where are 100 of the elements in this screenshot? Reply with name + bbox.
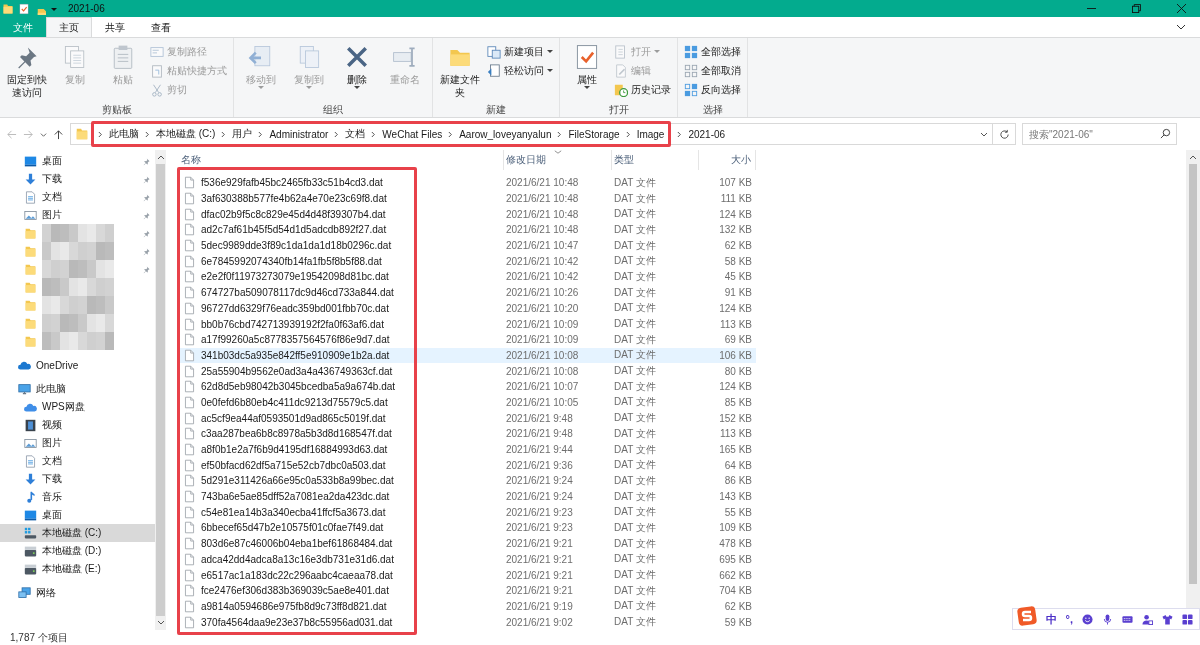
file-row[interactable]: ac5cf9ea44af0593501d9ad865c5019f.dat 2021/6/21 9:48 DAT 文件 152 KB bbox=[179, 410, 756, 426]
nav-item[interactable]: 音乐 bbox=[0, 488, 155, 506]
file-row[interactable]: bb0b76cbd742713939192f2fa0f63af6.dat 2021/6/21 10:09 DAT 文件 113 KB bbox=[179, 316, 756, 332]
ribbon-button[interactable]: 全部选择 bbox=[682, 43, 743, 60]
pin-icon[interactable] bbox=[142, 157, 151, 166]
column-header[interactable]: 名称 bbox=[179, 150, 504, 170]
column-header[interactable]: 修改日期 bbox=[504, 150, 612, 170]
nav-item[interactable]: 本地磁盘 (D:) bbox=[0, 542, 155, 560]
file-row[interactable]: 743ba6e5ae85dff52a7081ea2da423dc.dat 2021/6/21 9:24 DAT 文件 143 KB bbox=[179, 488, 756, 505]
shirt-icon[interactable] bbox=[1162, 613, 1173, 625]
nav-item[interactable]: 此电脑 bbox=[36, 382, 66, 396]
nav-item[interactable]: 图片 bbox=[0, 434, 155, 452]
pin-icon[interactable] bbox=[142, 229, 151, 238]
ribbon-button[interactable]: 全部取消 bbox=[682, 62, 743, 79]
nav-item[interactable]: 本地磁盘 (E:) bbox=[0, 560, 155, 578]
file-row[interactable]: 5d291e311426a66e95c0a533b8a99bec.dat 2021/6/21 9:24 DAT 文件 86 KB bbox=[179, 473, 756, 489]
nav-item[interactable]: 桌面 bbox=[0, 506, 155, 524]
file-row[interactable]: 341b03dc5a935e842ff5e910909e1b2a.dat 2021/6/21 10:08 DAT 文件 106 KB bbox=[179, 347, 756, 364]
grid-icon[interactable] bbox=[1182, 613, 1193, 625]
pin-icon[interactable] bbox=[142, 193, 151, 202]
file-row[interactable]: 62d8d5eb98042b3045bcedba5a9a674b.dat 2021/6/21 10:07 DAT 文件 124 KB bbox=[179, 378, 756, 395]
up-arrow-icon[interactable] bbox=[53, 128, 64, 140]
breadcrumb[interactable]: FileStorage bbox=[568, 128, 620, 140]
file-row[interactable]: 0e0fefd6b80eb4c411dc9213d75579c5.dat 2021/6/21 10:05 DAT 文件 85 KB bbox=[179, 394, 756, 411]
ime-button[interactable]: °, bbox=[1065, 613, 1073, 625]
nav-item[interactable]: OneDrive bbox=[36, 359, 79, 371]
file-row[interactable]: f536e929fafb45bc2465fb33c51b4cd3.dat 2021/6/21 10:48 DAT 文件 107 KB bbox=[179, 175, 756, 191]
nav-item[interactable]: 图片 bbox=[42, 208, 62, 222]
nav-item[interactable]: 下载 bbox=[0, 470, 155, 488]
ribbon-button[interactable]: 删除 bbox=[334, 41, 380, 103]
ribbon-tab[interactable]: 主页 bbox=[46, 17, 92, 37]
file-row[interactable]: adca42dd4adca8a13c16e3db731e31d6.dat 2021/6/21 9:21 DAT 文件 695 KB bbox=[179, 551, 756, 568]
chevron-icon[interactable] bbox=[1176, 22, 1186, 32]
scrollbar[interactable] bbox=[155, 150, 166, 630]
nav-item[interactable]: 文档 bbox=[42, 190, 62, 204]
close-icon[interactable] bbox=[1177, 4, 1186, 13]
pin-icon[interactable] bbox=[142, 211, 151, 220]
file-row[interactable]: a17f99260a5c8778357564576f86e9d7.dat 2021/6/21 10:09 DAT 文件 69 KB bbox=[179, 331, 756, 348]
file-row[interactable]: a9814a0594686e975fb8d9c73ff8d821.dat 2021/6/21 9:19 DAT 文件 62 KB bbox=[179, 598, 756, 615]
file-row[interactable]: 5dec9989dde3f89c1da1da1d18b0296c.dat 2021/6/21 10:47 DAT 文件 62 KB bbox=[179, 237, 756, 254]
file-row[interactable]: a8f0b1e2a7f6b9d4195df16884993d63.dat 2021/6/21 9:44 DAT 文件 165 KB bbox=[179, 441, 756, 458]
ribbon-button[interactable]: 历史记录 bbox=[612, 81, 673, 98]
address-bar[interactable]: 此电脑 本地磁盘 (C:) 用户 Administrator 文档 WeChat Files Aarow_loveyanyalun FileStorage Image 2021-06 bbox=[70, 123, 993, 145]
logo-icon[interactable] bbox=[1016, 606, 1037, 626]
file-row[interactable]: c3aa287bea6b8c8978a5b3d8d168547f.dat 2021/6/21 9:48 DAT 文件 113 KB bbox=[179, 426, 756, 442]
nav-item[interactable]: 视频 bbox=[0, 416, 155, 434]
scrollbar[interactable] bbox=[1186, 150, 1200, 608]
ribbon-button[interactable]: 新建项目 bbox=[485, 43, 555, 60]
file-row[interactable]: ad2c7af61b45f5d54d1d5adcdb892f27.dat 2021/6/21 10:48 DAT 文件 132 KB bbox=[179, 222, 756, 238]
ribbon-button[interactable]: 轻松访问 bbox=[485, 62, 555, 79]
breadcrumb[interactable]: 文档 bbox=[345, 127, 366, 141]
file-row[interactable]: e2e2f0f11973273079e19542098d81bc.dat 2021/6/21 10:42 DAT 文件 45 KB bbox=[179, 269, 756, 285]
file-row[interactable]: 96727dd6329f76eadc359bd001fbb70c.dat 2021/6/21 10:20 DAT 文件 124 KB bbox=[179, 300, 756, 317]
column-header[interactable]: 类型 bbox=[612, 150, 699, 170]
scroll-up-icon[interactable] bbox=[1189, 154, 1197, 160]
user-icon[interactable] bbox=[1142, 613, 1153, 625]
file-row[interactable]: c54e81ea14b3a340ecba41ffcf5a3673.dat 2021/6/21 9:23 DAT 文件 55 KB bbox=[179, 504, 756, 521]
scroll-down-icon[interactable] bbox=[156, 620, 165, 626]
ribbon-button[interactable]: 新建文件夹 bbox=[437, 41, 483, 103]
file-row[interactable]: ef50bfacd62df5a715e52cb7dbc0a503.dat 2021/6/21 9:36 DAT 文件 64 KB bbox=[179, 457, 756, 474]
file-row[interactable]: 6e7845992074340fb14fa1fb5f8b5f88.dat 2021/6/21 10:42 DAT 文件 58 KB bbox=[179, 253, 756, 270]
ime-button[interactable]: 中 bbox=[1045, 611, 1057, 627]
nav-item[interactable]: 下载 bbox=[42, 172, 62, 186]
nav-item[interactable]: WPS网盘 bbox=[0, 398, 155, 416]
nav-item[interactable]: 文档 bbox=[0, 452, 155, 470]
breadcrumb[interactable]: Image bbox=[636, 128, 665, 140]
file-row[interactable]: 370fa4564daa9e23e37b8c55956ad031.dat 2021/6/21 9:02 DAT 文件 59 KB bbox=[179, 614, 756, 630]
microphone-icon[interactable] bbox=[1102, 613, 1113, 625]
nav-item[interactable]: 桌面 bbox=[42, 154, 62, 168]
refresh-button[interactable] bbox=[992, 123, 1016, 145]
breadcrumb[interactable]: 2021-06 bbox=[688, 128, 726, 140]
ribbon-button[interactable]: 反向选择 bbox=[682, 81, 743, 98]
breadcrumb[interactable]: WeChat Files bbox=[382, 128, 443, 140]
chevron-icon[interactable] bbox=[980, 130, 988, 138]
breadcrumb[interactable]: Administrator bbox=[269, 128, 329, 140]
breadcrumb[interactable]: 此电脑 bbox=[109, 127, 139, 141]
nav-item[interactable]: 网络 bbox=[36, 586, 56, 600]
nav-item[interactable]: 本地磁盘 (C:) bbox=[0, 524, 155, 542]
file-row[interactable]: 674727ba509078117dc9d46cd733a844.dat 2021/6/21 10:26 DAT 文件 91 KB bbox=[179, 284, 756, 301]
file-row[interactable]: 6bbecef65d47b2e10575f01c0fae7f49.dat 2021/6/21 9:23 DAT 文件 109 KB bbox=[179, 520, 756, 536]
file-row[interactable]: 3af630388b577fe4b62a4e70e23c69f8.dat 2021/6/21 10:48 DAT 文件 111 KB bbox=[179, 190, 756, 207]
file-row[interactable]: e6517ac1a183dc22c296aabc4caeaa78.dat 2021/6/21 9:21 DAT 文件 662 KB bbox=[179, 567, 756, 583]
restore-icon[interactable] bbox=[1132, 4, 1141, 13]
scroll-up-icon[interactable] bbox=[156, 154, 165, 160]
breadcrumb[interactable]: Aarow_loveyanyalun bbox=[459, 128, 552, 140]
search-field[interactable]: 搜索"2021-06" bbox=[1022, 123, 1177, 145]
ribbon-button[interactable]: 固定到快速访问 bbox=[4, 41, 50, 103]
smiley-icon[interactable] bbox=[1082, 613, 1093, 625]
pin-icon[interactable] bbox=[142, 175, 151, 184]
column-header[interactable]: 大小 bbox=[699, 150, 756, 170]
file-row[interactable]: 803d6e87c46006b04eba1bef61868484.dat 2021/6/21 9:21 DAT 文件 478 KB bbox=[179, 535, 756, 552]
file-row[interactable]: 25a55904b9562e0ad3a4a436749363cf.dat 2021/6/21 10:08 DAT 文件 80 KB bbox=[179, 363, 756, 379]
pin-icon[interactable] bbox=[142, 265, 151, 274]
checklist-icon[interactable] bbox=[18, 2, 30, 15]
pin-icon[interactable] bbox=[142, 247, 151, 256]
breadcrumb[interactable]: 本地磁盘 (C:) bbox=[156, 127, 216, 141]
ribbon-button[interactable]: 属性 bbox=[564, 41, 610, 103]
file-row[interactable]: fce2476ef306d383b369039c5ae8e401.dat 2021/6/21 9:21 DAT 文件 704 KB bbox=[179, 582, 756, 599]
file-row[interactable]: dfac02b9f5c8c829e45d4d48f39307b4.dat 2021/6/21 10:48 DAT 文件 124 KB bbox=[179, 206, 756, 223]
keyboard-icon[interactable] bbox=[1122, 613, 1133, 625]
